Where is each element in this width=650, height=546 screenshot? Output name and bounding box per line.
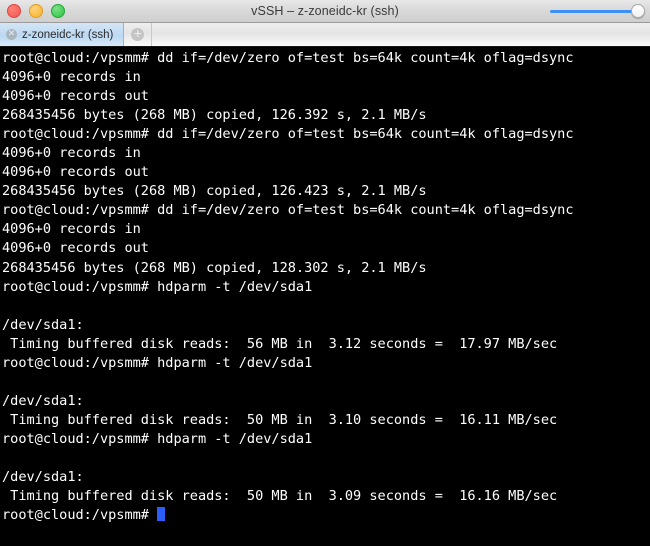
- terminal-line: Timing buffered disk reads: 50 MB in 3.0…: [2, 488, 558, 505]
- vssh-window: vSSH – z-zoneidc-kr (ssh) ✕ z-zoneidc-kr…: [0, 0, 650, 546]
- terminal-line: 268435456 bytes (268 MB) copied, 126.423…: [2, 183, 427, 200]
- terminal-line: 4096+0 records in: [2, 145, 141, 162]
- prompt-text: root@cloud:/vpsmm#: [2, 507, 158, 524]
- text-cursor: [157, 507, 166, 522]
- traffic-light-group: [7, 0, 65, 22]
- add-tab-button[interactable]: +: [124, 23, 153, 46]
- zoom-slider-track[interactable]: [550, 9, 636, 13]
- terminal-line: /dev/sda1:: [2, 469, 84, 486]
- window-titlebar: vSSH – z-zoneidc-kr (ssh): [0, 0, 650, 23]
- terminal-line: /dev/sda1:: [2, 316, 84, 333]
- zoom-slider[interactable]: [550, 0, 646, 22]
- minimize-window-button[interactable]: [29, 4, 43, 18]
- terminal-line: root@cloud:/vpsmm# hdparm -t /dev/sda1: [2, 278, 313, 295]
- terminal-line: 4096+0 records in: [2, 221, 141, 238]
- terminal-line: Timing buffered disk reads: 56 MB in 3.1…: [2, 335, 558, 352]
- close-icon[interactable]: ✕: [6, 29, 17, 40]
- terminal-line: 268435456 bytes (268 MB) copied, 128.302…: [2, 259, 427, 276]
- terminal-line: 4096+0 records out: [2, 88, 149, 105]
- zoom-slider-knob[interactable]: [631, 4, 645, 18]
- tab-bar: ✕ z-zoneidc-kr (ssh) +: [0, 23, 650, 47]
- tab-bar-filler: [152, 23, 650, 46]
- terminal-line: root@cloud:/vpsmm# hdparm -t /dev/sda1: [2, 354, 313, 371]
- terminal-line: 4096+0 records out: [2, 240, 149, 257]
- plus-icon: +: [131, 27, 145, 41]
- terminal-line: root@cloud:/vpsmm# hdparm -t /dev/sda1: [2, 430, 313, 447]
- terminal-prompt-line[interactable]: root@cloud:/vpsmm#: [2, 506, 650, 525]
- tab-label: z-zoneidc-kr (ssh): [22, 28, 114, 41]
- terminal-output[interactable]: root@cloud:/vpsmm# dd if=/dev/zero of=te…: [0, 47, 650, 546]
- terminal-line: root@cloud:/vpsmm# dd if=/dev/zero of=te…: [2, 50, 574, 66]
- tab-z-zoneidc-kr[interactable]: ✕ z-zoneidc-kr (ssh): [0, 23, 125, 46]
- terminal-line: root@cloud:/vpsmm# dd if=/dev/zero of=te…: [2, 202, 574, 219]
- terminal-line: root@cloud:/vpsmm# dd if=/dev/zero of=te…: [2, 126, 574, 143]
- terminal-line: Timing buffered disk reads: 50 MB in 3.1…: [2, 411, 558, 428]
- terminal-line: 4096+0 records in: [2, 69, 141, 86]
- terminal-line: 4096+0 records out: [2, 164, 149, 181]
- maximize-window-button[interactable]: [51, 4, 65, 18]
- terminal-line: 268435456 bytes (268 MB) copied, 126.392…: [2, 107, 427, 124]
- terminal-line: /dev/sda1:: [2, 392, 84, 409]
- close-window-button[interactable]: [7, 4, 21, 18]
